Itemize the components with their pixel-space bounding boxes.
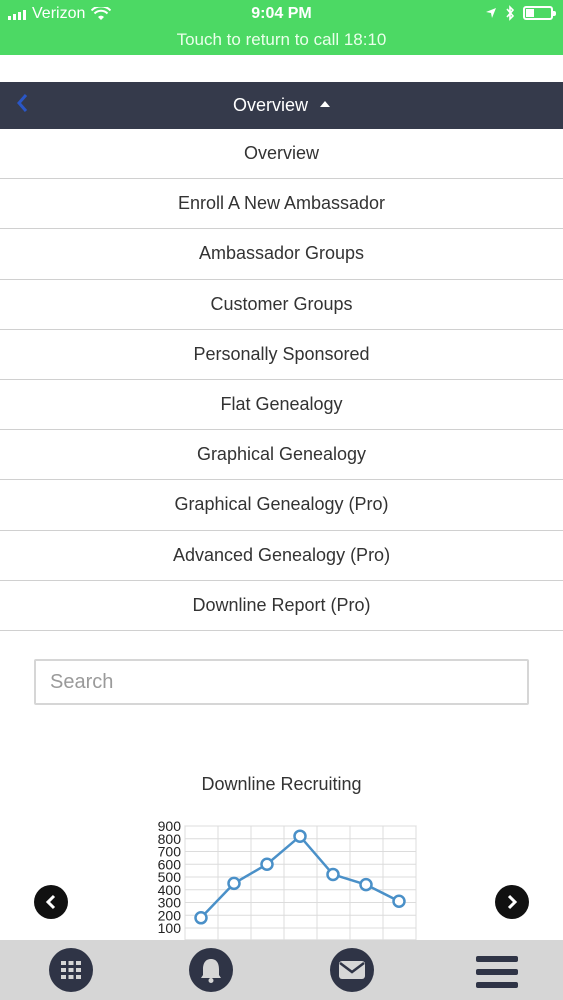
downline-recruiting-chart: 900800700600500400300200100 (158, 818, 417, 940)
data-point (194, 911, 208, 925)
data-point (227, 876, 241, 891)
grid-icon (61, 961, 81, 979)
mail-icon (339, 961, 365, 979)
grid-tab-button[interactable] (49, 948, 93, 992)
chevron-right-icon (507, 894, 518, 910)
data-point (392, 894, 406, 908)
next-chart-button[interactable] (495, 885, 529, 919)
menu-icon (476, 956, 518, 988)
data-point (260, 857, 274, 871)
data-point (359, 877, 373, 892)
chevron-left-icon (45, 894, 56, 910)
data-point (326, 867, 340, 882)
notifications-tab-button[interactable] (189, 948, 233, 992)
messages-tab-button[interactable] (330, 948, 374, 992)
bottom-tab-bar (0, 940, 563, 1000)
data-point (293, 829, 307, 843)
y-tick-label: 100 (158, 920, 182, 936)
previous-chart-button[interactable] (34, 885, 68, 919)
menu-tab-button[interactable] (474, 954, 520, 990)
plot-area (184, 825, 417, 940)
bell-icon (201, 959, 221, 983)
